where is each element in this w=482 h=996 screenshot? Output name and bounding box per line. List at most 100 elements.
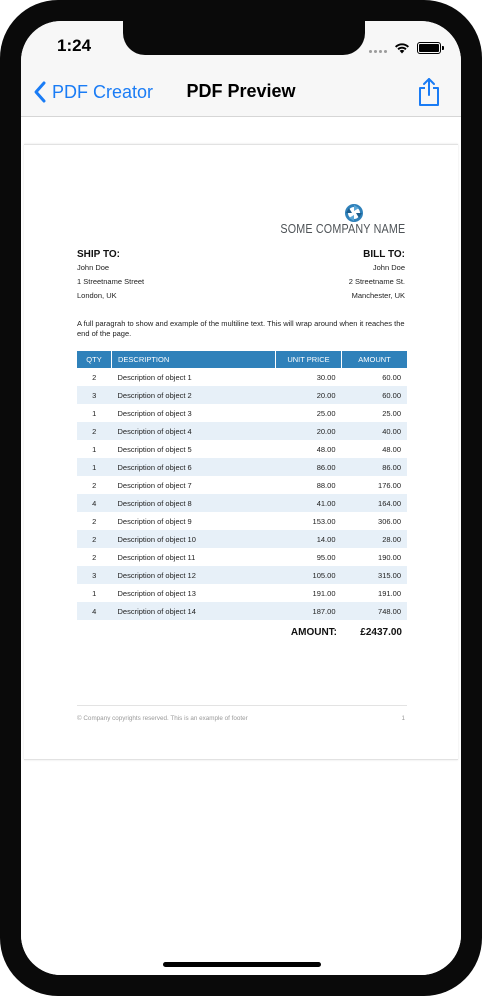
cell-unit-price: 30.00 [316, 372, 336, 382]
page-number: 1 [401, 715, 405, 722]
cell-unit-price: 20.00 [275, 422, 342, 440]
footer-text: © Company copyrights reserved. This is a… [77, 715, 248, 722]
cell-description: Description of object 7 [117, 480, 192, 490]
cell-qty: 1 [92, 408, 97, 418]
cell-description: Description of object 11 [117, 552, 196, 562]
cell-unit-price: 41.00 [275, 494, 342, 512]
cell-description: Description of object 8 [111, 494, 276, 512]
cell-unit-price: 20.00 [275, 386, 342, 404]
table-row: 1 Description of object 3 25.00 25.00 [77, 404, 407, 422]
total-label: AMOUNT: [290, 627, 337, 638]
signal-icon [369, 50, 389, 55]
address-line: 2 Streetname St. [348, 277, 405, 286]
header-amount: AMOUNT [341, 351, 407, 368]
cell-description: Description of object 9 [117, 516, 192, 526]
cell-amount: 60.00 [341, 386, 407, 404]
cell-unit-price: 86.00 [275, 458, 342, 476]
header-description: DESCRIPTION [111, 351, 276, 368]
header-unit-price: UNIT PRICE [275, 351, 342, 368]
header-qty: QTY [77, 351, 112, 368]
cell-qty: 3 [77, 386, 112, 404]
share-icon[interactable] [417, 77, 441, 107]
ship-to-heading: SHIP TO: [77, 249, 120, 260]
cell-unit-price: 191.00 [312, 588, 336, 598]
cell-qty: 4 [77, 602, 112, 620]
pdf-page: SOME COMPANY NAME SHIP TO: BILL TO: John… [24, 144, 458, 760]
cell-qty: 2 [77, 530, 112, 548]
address-line: John Doe [77, 263, 110, 272]
cell-unit-price: 25.00 [316, 408, 336, 418]
cell-description: Description of object 13 [117, 588, 196, 598]
cell-description: Description of object 6 [111, 458, 276, 476]
cell-amount: 306.00 [378, 516, 401, 526]
cell-description: Description of object 1 [117, 372, 192, 382]
navigation-bar: PDF Creator PDF Preview [21, 69, 461, 117]
table-row: 2 Description of object 4 20.00 40.00 [77, 422, 407, 440]
cell-unit-price: 105.00 [275, 566, 342, 584]
cell-amount: 164.00 [341, 494, 407, 512]
cell-qty: 2 [77, 422, 112, 440]
cell-description: Description of object 4 [111, 422, 276, 440]
address-line: Manchester, UK [351, 291, 405, 300]
cell-amount: 40.00 [341, 422, 407, 440]
items-table: QTY DESCRIPTION UNIT PRICE AMOUNT 2 Descr… [77, 351, 407, 620]
address-line: John Doe [372, 263, 405, 272]
company-name: SOME COMPANY NAME [280, 222, 405, 236]
cell-qty: 1 [92, 444, 97, 454]
ship-to-address: John Doe 1 Streetname Street London, UK [77, 261, 144, 303]
cell-amount: 176.00 [378, 480, 401, 490]
table-row: 1 Description of object 6 86.00 86.00 [77, 458, 407, 476]
table-row: 2 Description of object 7 88.00 176.00 [77, 476, 407, 494]
table-row: 1 Description of object 13 191.00 191.00 [77, 584, 407, 602]
cell-description: Description of object 2 [111, 386, 276, 404]
cell-description: Description of object 12 [111, 566, 276, 584]
screen: 1:24 PDF Creator PDF Preview SOME COMPAN… [21, 21, 461, 975]
cell-qty: 2 [92, 516, 97, 526]
total-row: AMOUNT: £2437.00 [77, 627, 407, 643]
home-indicator[interactable] [163, 962, 321, 967]
cell-unit-price: 153.00 [312, 516, 336, 526]
table-row: 2 Description of object 1 30.00 60.00 [77, 368, 407, 386]
bill-to-address: John Doe 2 Streetname St. Manchester, UK [349, 261, 405, 303]
table-row: 3 Description of object 2 20.00 60.00 [77, 386, 407, 404]
table-row: 2 Description of object 9 153.00 306.00 [77, 512, 407, 530]
table-row: 2 Description of object 11 95.00 190.00 [77, 548, 407, 566]
cell-qty: 4 [77, 494, 112, 512]
cell-unit-price: 187.00 [275, 602, 342, 620]
wifi-icon [395, 43, 409, 54]
cell-unit-price: 48.00 [316, 444, 336, 454]
cell-qty: 1 [77, 458, 112, 476]
table-row: 4 Description of object 14 187.00 748.00 [77, 602, 407, 620]
device-frame: 1:24 PDF Creator PDF Preview SOME COMPAN… [0, 0, 482, 996]
description-paragraph: A full paragrah to show and example of t… [77, 319, 405, 338]
table-header-row: QTY DESCRIPTION UNIT PRICE AMOUNT [77, 351, 407, 368]
table-body: 2 Description of object 1 30.00 60.00 3 Descr… [77, 368, 407, 620]
cell-unit-price: 14.00 [275, 530, 342, 548]
address-line: 1 Streetname Street [77, 277, 145, 286]
notch [123, 21, 365, 55]
cell-amount: 48.00 [382, 444, 401, 454]
company-logo-icon [345, 204, 363, 222]
cell-qty: 2 [92, 552, 97, 562]
cell-amount: 190.00 [378, 552, 401, 562]
cell-amount: 315.00 [341, 566, 407, 584]
total-value: £2437.00 [360, 627, 402, 638]
cell-qty: 2 [92, 372, 97, 382]
cell-unit-price: 88.00 [316, 480, 336, 490]
cell-qty: 1 [92, 588, 97, 598]
cell-amount: 60.00 [382, 372, 401, 382]
cell-amount: 28.00 [341, 530, 407, 548]
cell-amount: 86.00 [341, 458, 407, 476]
table-row: 2 Description of object 10 14.00 28.00 [77, 530, 407, 548]
table-row: 4 Description of object 8 41.00 164.00 [77, 494, 407, 512]
page-title: PDF Preview [186, 81, 296, 101]
address-line: London, UK [77, 291, 117, 300]
cell-qty: 3 [77, 566, 112, 584]
cell-description: Description of object 5 [117, 444, 192, 454]
status-time: 1:24 [57, 36, 92, 55]
cell-description: Description of object 3 [117, 408, 192, 418]
battery-icon [417, 42, 444, 54]
cell-amount: 191.00 [378, 588, 401, 598]
bill-to-heading: BILL TO: [363, 249, 405, 260]
cell-unit-price: 95.00 [316, 552, 336, 562]
